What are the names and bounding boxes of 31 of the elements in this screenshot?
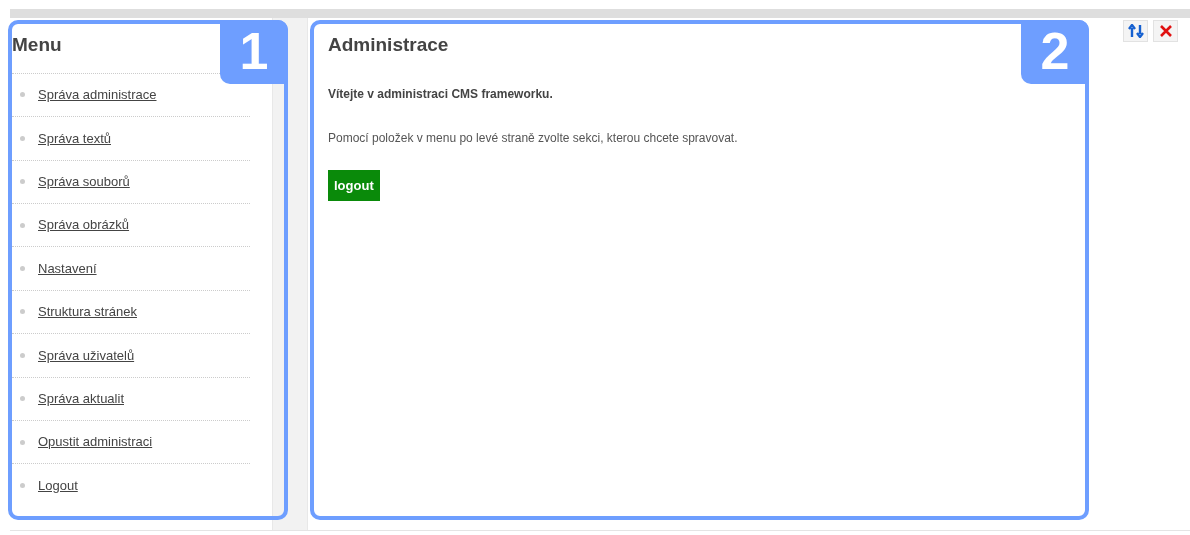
bullet-icon (20, 92, 25, 98)
instruction-text: Pomocí položek v menu po levé straně zvolte sekci, kterou chcete spravovat. (328, 129, 739, 147)
swap-arrows-icon (1127, 24, 1144, 38)
bullet-icon (20, 179, 25, 185)
menu-link[interactable]: Správa obrázků (38, 215, 130, 235)
bullet-icon (20, 222, 25, 228)
annotation-number: 1 (220, 20, 288, 84)
bullet-icon (20, 439, 25, 445)
menu-title: Menu (12, 34, 63, 57)
close-button[interactable] (1153, 20, 1178, 42)
annotation-number: 2 (1021, 20, 1089, 84)
menu-link[interactable]: Správa administrace (38, 85, 157, 105)
menu-link[interactable]: Správa uživatelů (38, 345, 135, 366)
bullet-icon (20, 135, 25, 141)
swap-arrows-button[interactable] (1123, 20, 1148, 42)
bullet-icon (20, 396, 25, 402)
menu-link[interactable]: Správa textů (38, 128, 111, 149)
menu-link[interactable]: Opustit administraci (38, 432, 153, 452)
page-title: Administrace (328, 34, 449, 57)
menu-link[interactable]: Správa aktualit (38, 388, 124, 409)
bullet-icon (20, 309, 25, 315)
close-icon (1159, 25, 1172, 37)
logout-button[interactable]: logout (328, 169, 380, 202)
bullet-icon (20, 266, 25, 272)
menu-link[interactable]: Logout (38, 475, 78, 496)
welcome-text: Vítejte v administraci CMS frameworku. (328, 85, 554, 103)
menu-link[interactable]: Nastavení (38, 258, 97, 279)
menu-link[interactable]: Správa souborů (38, 172, 130, 192)
bullet-icon (20, 483, 25, 488)
bullet-icon (20, 352, 25, 358)
menu-link[interactable]: Struktura stránek (38, 302, 137, 322)
